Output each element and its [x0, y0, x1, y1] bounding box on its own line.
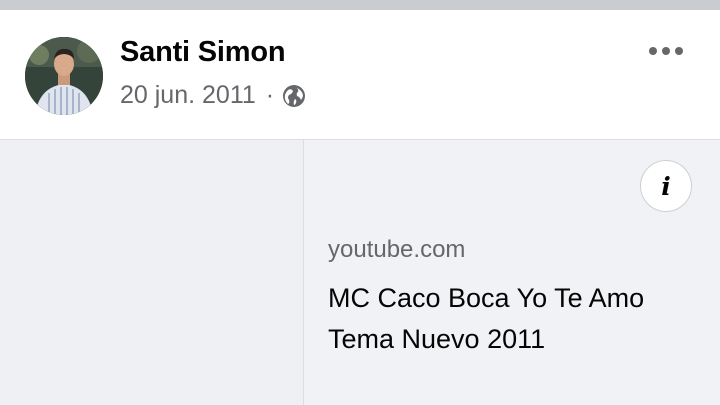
- avatar[interactable]: [25, 37, 103, 115]
- card-divider: [303, 140, 304, 405]
- post-date[interactable]: 20 jun. 2011: [120, 81, 256, 110]
- info-button[interactable]: i: [640, 160, 692, 212]
- globe-icon[interactable]: [282, 84, 306, 108]
- avatar-photo: [25, 37, 103, 115]
- feed-divider-strip: [0, 0, 720, 10]
- link-domain: youtube.com: [328, 236, 466, 263]
- author-name[interactable]: Santi Simon: [120, 36, 286, 69]
- info-icon: i: [661, 171, 671, 201]
- meta-separator: ·: [265, 81, 275, 109]
- link-thumbnail[interactable]: [0, 140, 303, 405]
- more-horizontal-icon: [649, 47, 683, 55]
- link-preview-card[interactable]: i youtube.com MC Caco Boca Yo Te Amo Tem…: [0, 140, 720, 405]
- post-header: Santi Simon 20 jun. 2011 ·: [0, 10, 720, 140]
- link-title[interactable]: MC Caco Boca Yo Te Amo Tema Nuevo 2011: [328, 278, 688, 360]
- more-options-button[interactable]: [646, 38, 686, 64]
- post-meta: 20 jun. 2011 ·: [120, 81, 306, 110]
